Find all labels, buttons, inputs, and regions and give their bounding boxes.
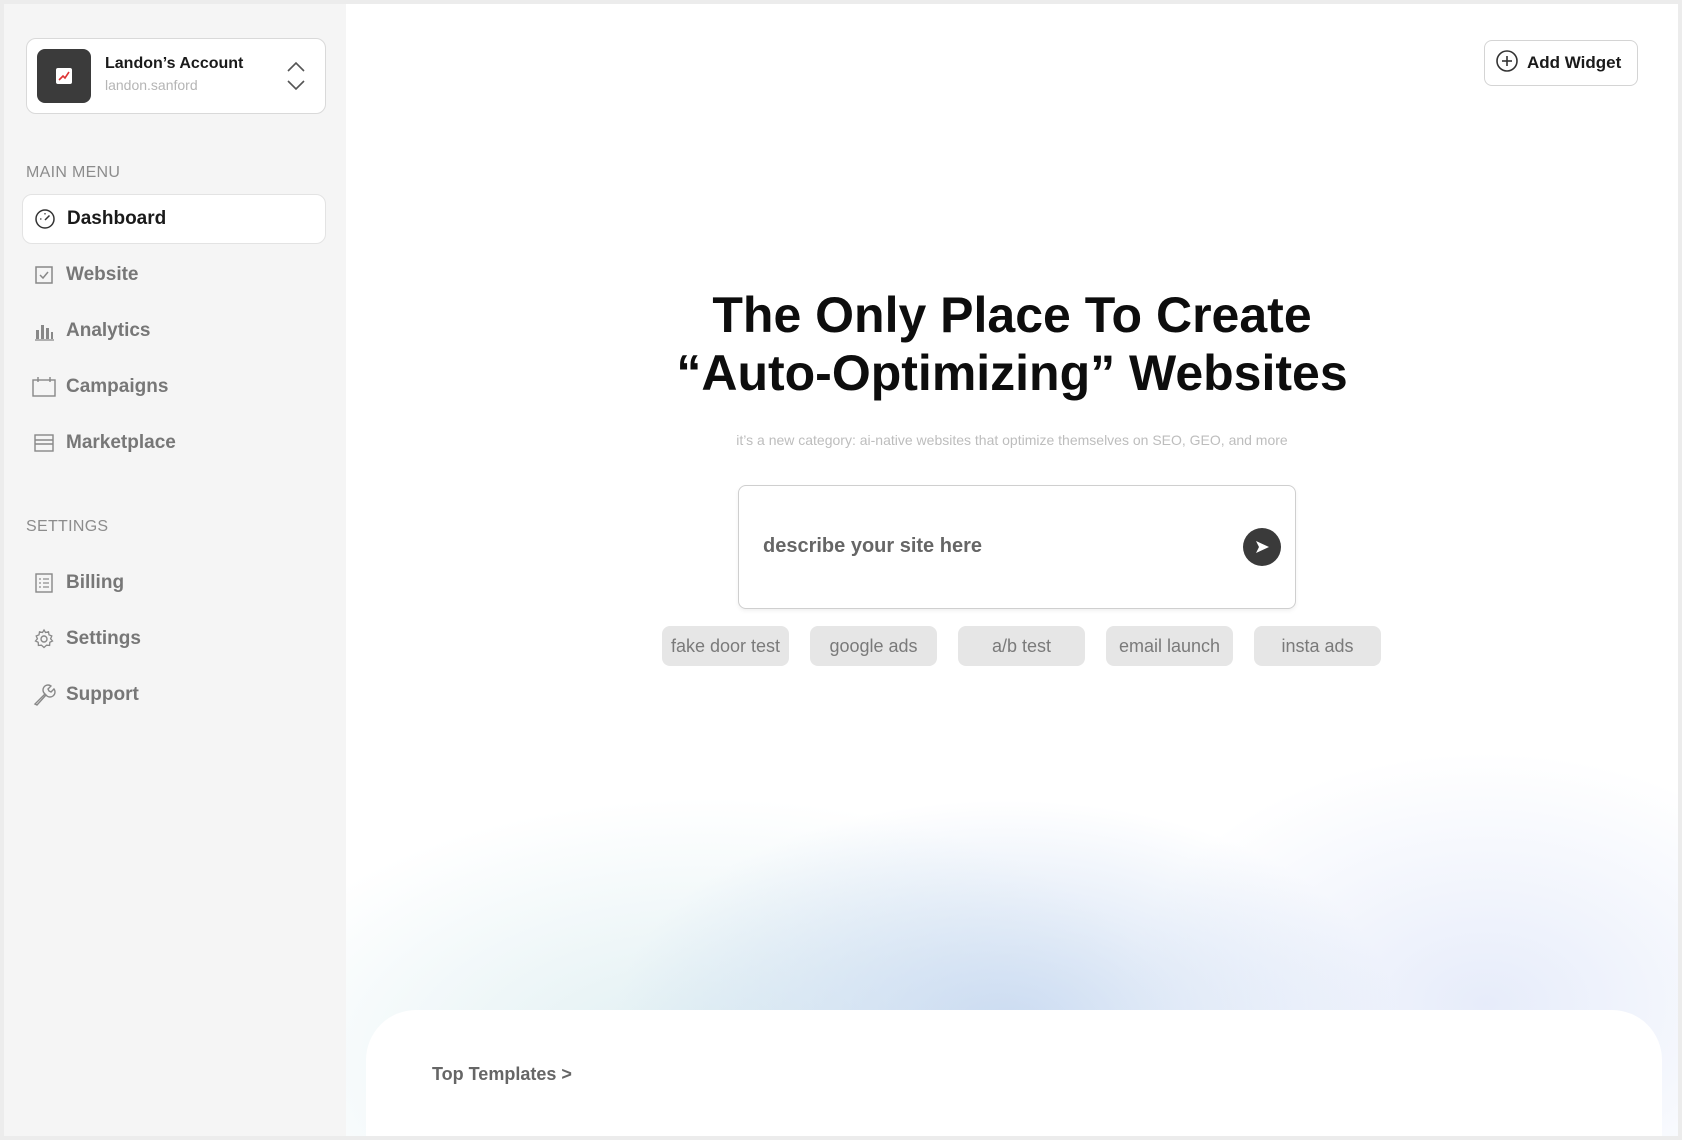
hero-title: The Only Place To Create “Auto-Optimizin… xyxy=(346,286,1678,402)
sidebar-item-label: Dashboard xyxy=(67,208,167,229)
account-switcher[interactable]: Landon’s Account landon.sanford xyxy=(26,38,326,114)
sidebar-item-label: Support xyxy=(66,684,139,705)
sidebar-item-label: Settings xyxy=(66,628,141,649)
sidebar-item-billing[interactable]: Billing xyxy=(22,558,326,608)
hero-title-line2: “Auto-Optimizing” Websites xyxy=(676,345,1348,401)
hero-title-line1: The Only Place To Create xyxy=(712,287,1312,343)
templates-panel: Top Templates > xyxy=(366,1010,1662,1136)
top-templates-link[interactable]: Top Templates > xyxy=(432,1064,572,1085)
sidebar-item-settings[interactable]: Settings xyxy=(22,614,326,664)
send-arrow-icon xyxy=(1256,541,1269,553)
send-button[interactable] xyxy=(1243,528,1281,566)
gear-icon xyxy=(32,627,56,651)
chip-ab-test[interactable]: a/b test xyxy=(958,626,1085,666)
checkbox-icon xyxy=(32,263,56,287)
sidebar-item-dashboard[interactable]: Dashboard xyxy=(22,194,326,244)
wrench-icon xyxy=(32,683,56,707)
store-icon xyxy=(32,431,56,455)
bar-chart-icon xyxy=(32,319,56,343)
sidebar-item-support[interactable]: Support xyxy=(22,670,326,720)
chip-google-ads[interactable]: google ads xyxy=(810,626,937,666)
plus-circle-icon xyxy=(1495,49,1519,78)
settings-heading: SETTINGS xyxy=(26,518,109,535)
sidebar-item-label: Marketplace xyxy=(66,432,176,453)
site-description-input[interactable] xyxy=(763,526,1203,566)
app-window: Landon’s Account landon.sanford MAIN MEN… xyxy=(4,4,1678,1136)
sidebar-item-analytics[interactable]: Analytics xyxy=(22,306,326,356)
site-prompt-box xyxy=(738,485,1296,609)
sidebar-item-campaigns[interactable]: Campaigns xyxy=(22,362,326,412)
receipt-icon xyxy=(32,571,56,595)
chip-fake-door-test[interactable]: fake door test xyxy=(662,626,789,666)
account-name: Landon’s Account xyxy=(105,55,244,72)
suggestion-chips: fake door test google ads a/b test email… xyxy=(662,626,1381,666)
sidebar-item-label: Website xyxy=(66,264,139,285)
sidebar-item-label: Campaigns xyxy=(66,376,169,397)
chart-icon xyxy=(37,49,91,103)
add-widget-button[interactable]: Add Widget xyxy=(1484,40,1638,86)
sidebar-item-label: Billing xyxy=(66,572,125,593)
hero-subtitle: it’s a new category: ai-native websites … xyxy=(736,432,1288,448)
sidebar-item-label: Analytics xyxy=(66,320,151,341)
sidebar-item-marketplace[interactable]: Marketplace xyxy=(22,418,326,468)
add-widget-label: Add Widget xyxy=(1527,53,1622,72)
sidebar: Landon’s Account landon.sanford MAIN MEN… xyxy=(4,4,346,1136)
main-menu-heading: MAIN MENU xyxy=(26,164,121,181)
chip-email-launch[interactable]: email launch xyxy=(1106,626,1233,666)
calendar-icon xyxy=(32,375,56,399)
sidebar-item-website[interactable]: Website xyxy=(22,250,326,300)
gauge-icon xyxy=(33,207,57,231)
chevron-up-down-icon[interactable] xyxy=(285,59,307,93)
main-content: Add Widget The Only Place To Create “Aut… xyxy=(346,4,1678,1136)
account-handle: landon.sanford xyxy=(105,77,198,93)
chip-insta-ads[interactable]: insta ads xyxy=(1254,626,1381,666)
